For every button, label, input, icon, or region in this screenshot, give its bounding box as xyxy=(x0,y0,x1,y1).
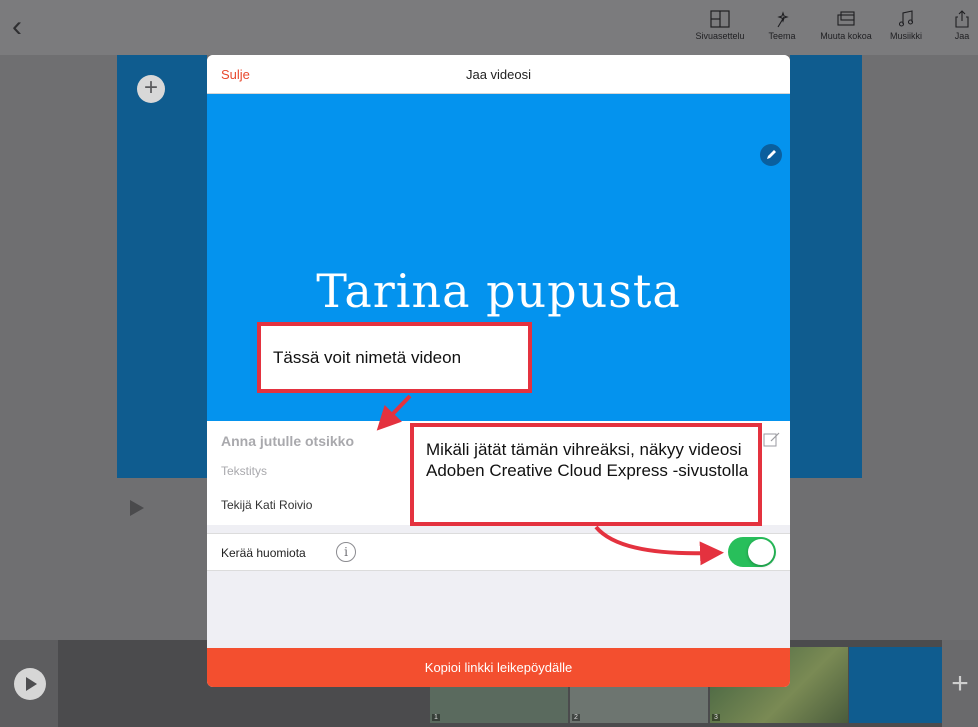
preview-title: Tarina pupusta xyxy=(316,264,681,318)
resize-icon xyxy=(837,11,855,26)
music-icon xyxy=(898,10,914,27)
info-icon[interactable]: i xyxy=(336,542,356,562)
dialog-header: Sulje Jaa videosi xyxy=(207,55,790,94)
video-title-input[interactable]: Anna jutulle otsikko xyxy=(221,433,354,449)
layout-label: Sivuasettelu xyxy=(695,31,745,41)
slide-number: 3 xyxy=(712,714,720,721)
edit-icon[interactable] xyxy=(763,431,781,447)
chevron-left-icon[interactable]: ‹ xyxy=(12,12,34,42)
annotation-callout-title: Tässä voit nimetä videon xyxy=(257,322,532,393)
magic-icon xyxy=(777,11,789,28)
attention-label: Kerää huomiota xyxy=(221,546,306,560)
slide-number: 2 xyxy=(572,714,580,721)
author-label: Tekijä Kati Roivio xyxy=(221,498,313,512)
music-label: Musiikki xyxy=(889,31,922,41)
slide-number: 1 xyxy=(432,714,440,721)
toggle-knob xyxy=(748,539,774,565)
slide-thumbnail[interactable] xyxy=(849,647,942,723)
video-subtitle-input[interactable]: Tekstitys xyxy=(221,464,267,478)
attention-toggle[interactable] xyxy=(728,537,776,567)
theme-label: Teema xyxy=(768,31,796,41)
dialog-title: Jaa videosi xyxy=(465,67,532,82)
annotation-callout-toggle: Mikäli jätät tämän vihreäksi, näkyy vide… xyxy=(410,423,762,526)
play-circle-icon[interactable] xyxy=(14,668,46,700)
music-button[interactable]: Musiikki xyxy=(874,10,938,41)
copy-link-button[interactable]: Kopioi linkki leikepöydälle xyxy=(207,648,790,687)
top-toolbar: ‹ Sivuasettelu Teema Muuta kokoa Musiikk… xyxy=(0,0,978,55)
share-button[interactable]: Jaa xyxy=(932,10,978,41)
resize-label: Muuta kokoa xyxy=(820,31,872,41)
layout-button[interactable]: Sivuasettelu xyxy=(688,10,752,41)
theme-button[interactable]: Teema xyxy=(750,10,814,41)
share-icon xyxy=(955,10,969,28)
layout-icon xyxy=(710,10,730,28)
add-icon[interactable]: + xyxy=(137,75,165,103)
pencil-icon xyxy=(767,150,776,159)
slide-canvas-right xyxy=(790,55,862,478)
slide-canvas-left xyxy=(117,55,207,478)
play-icon[interactable] xyxy=(130,500,144,516)
add-slide-icon[interactable]: + xyxy=(942,640,978,727)
attention-row: Kerää huomiota i xyxy=(207,533,790,571)
resize-button[interactable]: Muuta kokoa xyxy=(814,10,878,41)
share-label: Jaa xyxy=(954,31,970,41)
edit-pencil-button[interactable] xyxy=(760,144,782,166)
